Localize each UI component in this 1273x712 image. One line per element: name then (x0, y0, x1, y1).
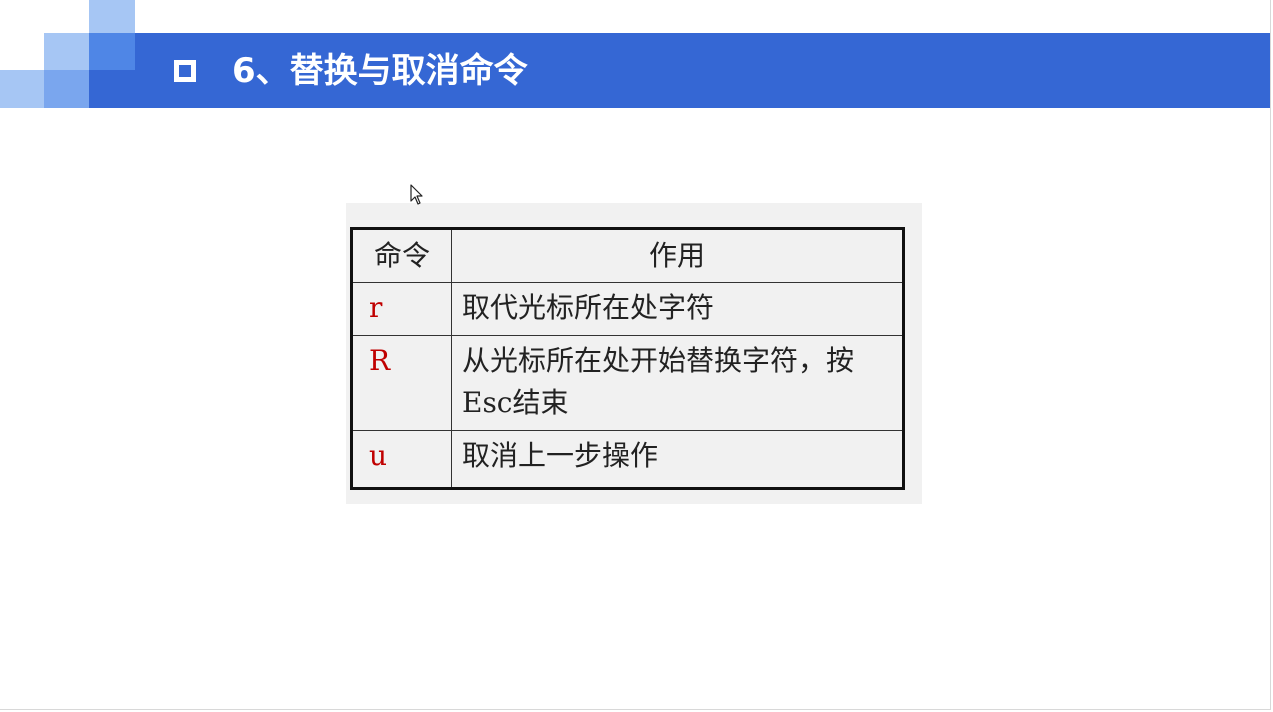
decorative-square (0, 70, 44, 108)
description-cell: 取代光标所在处字符 (451, 282, 904, 336)
hollow-square-bullet-icon (174, 60, 196, 82)
header-description: 作用 (451, 228, 904, 283)
arrow-cursor-icon (410, 184, 423, 205)
slide-title: 6、替换与取消命令 (232, 51, 528, 91)
decorative-square (89, 33, 135, 70)
description-cell: 取消上一步操作 (451, 430, 904, 489)
command-cell: r (351, 282, 452, 336)
description-cell: 从光标所在处开始替换字符，按Esc结束 (451, 335, 904, 431)
decorative-square (44, 70, 89, 108)
header-command: 命令 (351, 228, 452, 283)
table-header-row: 命令 作用 (351, 228, 904, 283)
command-table-image: 命令 作用 r 取代光标所在处字符 R 从光标所在处开始替换字符，按Esc结束 … (346, 203, 922, 504)
command-table: 命令 作用 r 取代光标所在处字符 R 从光标所在处开始替换字符，按Esc结束 … (350, 227, 905, 490)
slide: 6、替换与取消命令 命令 作用 r 取代光标所在处字符 R 从光标所在处开始替换… (0, 0, 1271, 710)
command-cell: u (351, 430, 452, 489)
command-cell: R (351, 335, 452, 431)
decorative-square (44, 33, 89, 70)
table-row: R 从光标所在处开始替换字符，按Esc结束 (351, 335, 904, 431)
table-row: u 取消上一步操作 (351, 430, 904, 489)
table-row: r 取代光标所在处字符 (351, 282, 904, 336)
decorative-square (89, 0, 135, 33)
